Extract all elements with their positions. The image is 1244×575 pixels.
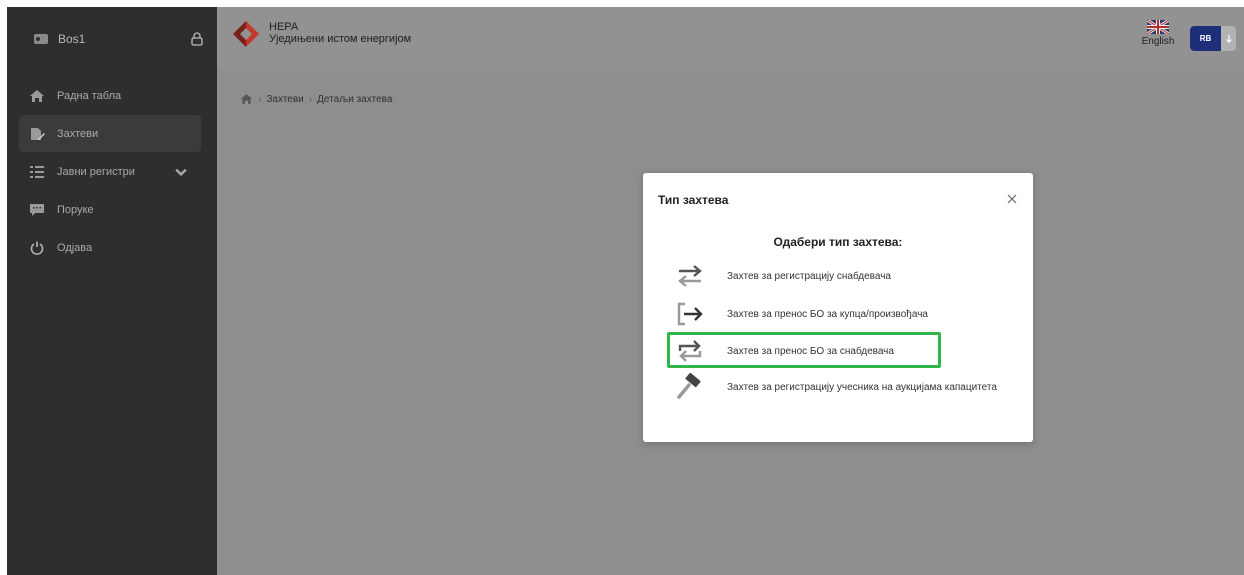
- nera-logo[interactable]: [233, 19, 259, 49]
- selection-highlight: [667, 332, 941, 368]
- message-icon: [30, 203, 44, 216]
- enter-arrow-icon: [677, 302, 703, 326]
- brand: НЕРА Уједињени истом енергијом: [269, 21, 411, 46]
- id-card-icon: [34, 34, 48, 44]
- sidebar-item-label: Јавни регистри: [57, 165, 135, 178]
- option-label: Захтев за регистрацију учесника на аукци…: [727, 381, 997, 393]
- power-icon: [30, 241, 44, 255]
- sidebar-item-logout[interactable]: Одјава: [19, 229, 201, 266]
- main-content: НЕРА Уједињени истом енергијом English R…: [217, 7, 1244, 575]
- option-supplier-registration[interactable]: Захтев за регистрацију снабдевача: [673, 261, 1013, 291]
- breadcrumb-separator: ›: [258, 93, 262, 105]
- chevron-down-icon[interactable]: [173, 164, 189, 180]
- breadcrumb-requests[interactable]: Захтеви: [266, 94, 303, 105]
- language-switch[interactable]: English: [1138, 20, 1178, 47]
- option-auction-registration[interactable]: Захтев за регистрацију учесника на аукци…: [673, 372, 1013, 402]
- request-type-modal: Тип захтева Одабери тип захтева: Захтев …: [643, 173, 1033, 442]
- modal-heading: Одабери тип захтева:: [773, 235, 903, 249]
- home-icon[interactable]: [240, 93, 253, 105]
- sidebar: Bos1 Радна табла Захтеви Јавни регистри: [7, 7, 217, 575]
- avatar: RB: [1190, 26, 1221, 51]
- sidebar-item-label: Одјава: [57, 241, 93, 254]
- language-label: English: [1141, 36, 1175, 47]
- chevron-down-icon: [1221, 26, 1236, 51]
- option-label: Захтев за пренос БО за купца/произвођача: [727, 308, 928, 320]
- gavel-icon: [677, 373, 701, 399]
- uk-flag-icon: [1147, 20, 1169, 34]
- user-row: Bos1: [7, 7, 217, 71]
- list-icon: [30, 165, 44, 178]
- sidebar-item-requests[interactable]: Захтеви: [19, 115, 201, 152]
- close-icon[interactable]: [1005, 192, 1019, 206]
- brand-name: НЕРА: [269, 21, 299, 33]
- modal-title: Тип захтева: [658, 193, 729, 207]
- breadcrumb-separator: ›: [308, 93, 313, 105]
- app-frame: Bos1 Радна табла Захтеви Јавни регистри: [7, 7, 1244, 575]
- top-bar: НЕРА Уједињени истом енергијом English R…: [217, 7, 1244, 71]
- option-label: Захтев за регистрацију снабдевача: [727, 270, 891, 282]
- user-name: Bos1: [58, 32, 86, 46]
- sidebar-item-messages[interactable]: Поруке: [19, 191, 201, 228]
- sidebar-item-label: Поруке: [57, 203, 94, 216]
- sidebar-item-label: Захтеви: [57, 127, 99, 140]
- swap-arrows-icon: [678, 265, 702, 287]
- edit-document-icon: [31, 127, 45, 140]
- breadcrumb: › Захтеви › Детаљи захтева: [240, 93, 392, 105]
- sidebar-item-label: Радна табла: [57, 89, 122, 102]
- lock-icon[interactable]: [189, 31, 205, 47]
- option-bo-transfer-customer[interactable]: Захтев за пренос БО за купца/произвођача: [673, 299, 1013, 329]
- sidebar-item-dashboard[interactable]: Радна табла: [19, 77, 201, 114]
- breadcrumb-request-details: Детаљи захтева: [317, 93, 393, 105]
- sidebar-item-public-registers[interactable]: Јавни регистри: [19, 153, 201, 190]
- home-icon: [30, 89, 44, 102]
- user-menu-button[interactable]: RB: [1190, 26, 1236, 51]
- sidebar-nav: Радна табла Захтеви Јавни регистри Порук…: [19, 77, 201, 267]
- brand-subtitle: Уједињени истом енергијом: [269, 33, 412, 45]
